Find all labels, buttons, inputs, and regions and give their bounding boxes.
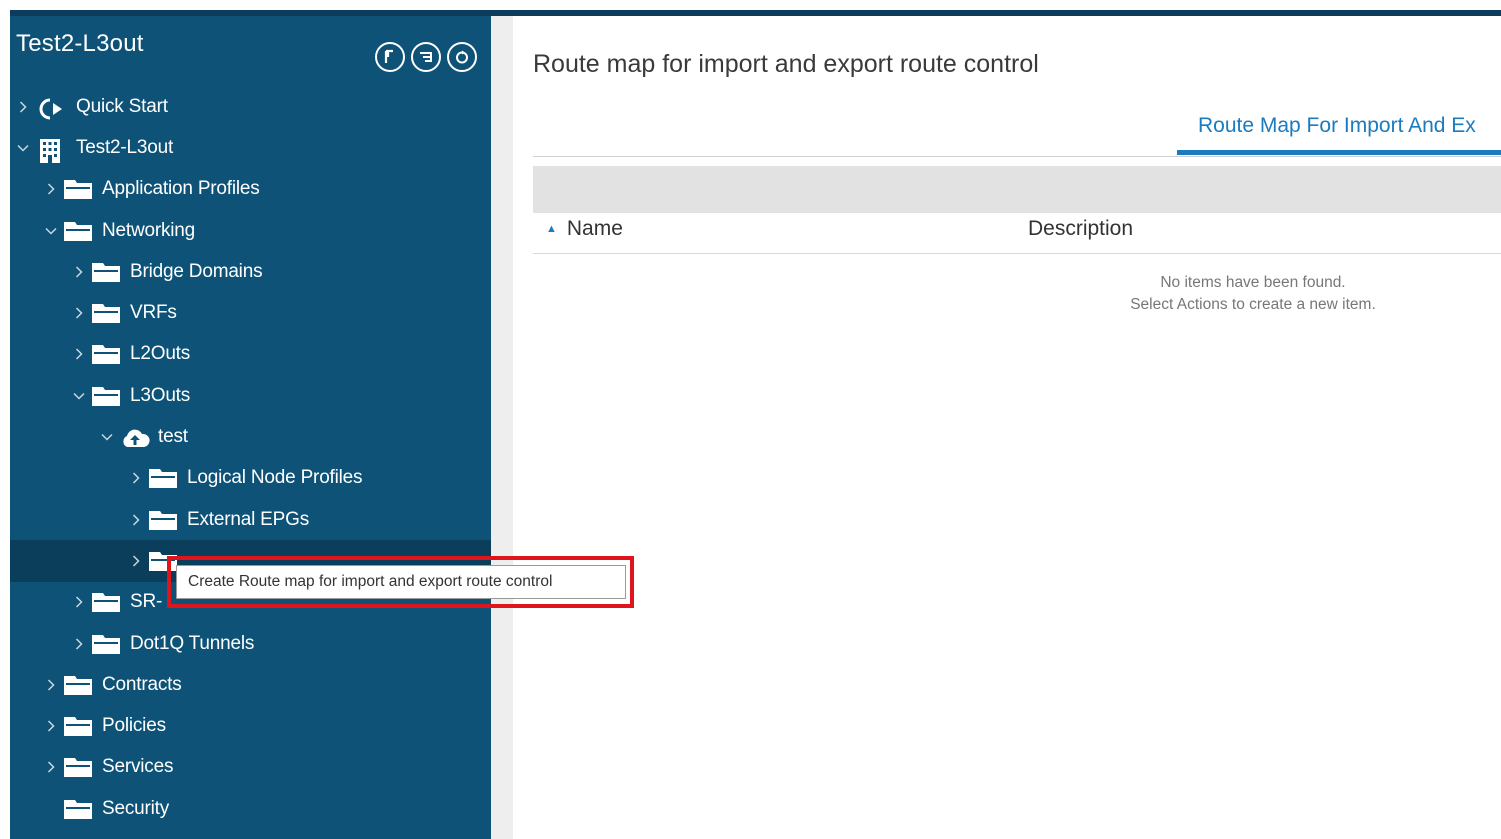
table-toolbar: [533, 166, 1501, 213]
quickstart-icon: [36, 97, 66, 120]
tree-item-contracts[interactable]: Contracts: [10, 664, 491, 705]
tree-item-test[interactable]: test: [10, 416, 491, 457]
tree-item-l3outs[interactable]: L3Outs: [10, 375, 491, 416]
empty-state-message: No items have been found. Select Actions…: [1073, 272, 1433, 316]
tree-item-label: Networking: [102, 219, 196, 241]
navigation-sidebar: Test2-L3out Quick Start Test2-L3out Appl…: [10, 16, 491, 839]
folder-icon: [64, 757, 92, 778]
chevron-down-icon[interactable]: [72, 392, 86, 400]
tree-item-label: Logical Node Profiles: [187, 467, 363, 489]
tree-item-external-epgs[interactable]: External EPGs: [10, 499, 491, 540]
tree-item-networking[interactable]: Networking: [10, 210, 491, 251]
tree-item-vrfs[interactable]: VRFs: [10, 292, 491, 333]
sidebar-toolbar: [375, 42, 477, 72]
chevron-right-icon[interactable]: [72, 266, 86, 278]
tree-item-label: Policies: [102, 715, 166, 737]
tree-item-quick-start[interactable]: Quick Start: [10, 86, 491, 127]
chevron-right-icon[interactable]: [44, 183, 58, 195]
tab-route-map[interactable]: Route Map For Import And Ex: [1198, 114, 1476, 138]
tree-item-bridge-domains[interactable]: Bridge Domains: [10, 251, 491, 292]
context-tooltip[interactable]: Create Route map for import and export r…: [176, 565, 626, 599]
tree-item-label: SR-: [130, 591, 163, 613]
folder-icon: [92, 634, 120, 654]
tree-item-logical-node-profiles[interactable]: Logical Node Profiles: [10, 458, 491, 499]
tree-item-label: Contracts: [102, 673, 182, 695]
folder-icon: [64, 799, 92, 819]
chevron-right-icon[interactable]: [129, 472, 143, 484]
chevron-right-icon[interactable]: [44, 720, 58, 732]
tree-item-security[interactable]: Security: [10, 788, 491, 829]
chevron-right-icon[interactable]: [72, 348, 86, 360]
folder-icon: [64, 221, 92, 241]
column-header-name[interactable]: ▲ Name: [546, 217, 623, 241]
chevron-down-icon[interactable]: [16, 144, 30, 152]
tab-divider: [533, 156, 1501, 157]
tree-item-label: Services: [102, 756, 174, 778]
chevron-right-icon[interactable]: [44, 679, 58, 691]
tooltip-text: Create Route map for import and export r…: [188, 573, 553, 590]
tree-item-label: Bridge Domains: [130, 260, 263, 282]
tree-item-l2outs[interactable]: L2Outs: [10, 334, 491, 375]
folder-icon: [92, 303, 120, 324]
chevron-right-icon[interactable]: [44, 761, 58, 773]
tree-item-label: Security: [102, 797, 170, 819]
column-header-description[interactable]: Description: [1028, 217, 1133, 241]
cloud-icon: [120, 427, 150, 448]
chevron-down-icon[interactable]: [100, 433, 114, 441]
tree-item-label: L2Outs: [130, 343, 191, 365]
folder-icon: [92, 592, 120, 613]
tree-item-label: External EPGs: [187, 508, 310, 530]
tenant-icon: [36, 138, 66, 163]
folder-icon: [92, 386, 120, 406]
folder-icon: [64, 179, 92, 200]
folder-icon: [92, 344, 120, 365]
column-header-label: Name: [566, 217, 623, 240]
tree-item-dot1q-tunnels[interactable]: Dot1Q Tunnels: [10, 623, 491, 664]
tree-item-label: L3Outs: [130, 384, 191, 406]
chevron-right-icon[interactable]: [16, 101, 30, 113]
folder-icon: [149, 510, 177, 530]
chevron-down-icon[interactable]: [44, 227, 58, 235]
navigation-tree: Quick Start Test2-L3out Application Prof…: [10, 86, 491, 829]
sidebar-title: Test2-L3out: [16, 30, 144, 57]
chevron-right-icon[interactable]: [72, 637, 86, 650]
empty-state-line: Select Actions to create a new item.: [1130, 296, 1376, 313]
tree-item-application-profiles[interactable]: Application Profiles: [10, 169, 491, 210]
page-title: Route map for import and export route co…: [533, 50, 1039, 78]
chevron-right-icon[interactable]: [72, 596, 86, 608]
content-panel: Route map for import and export route co…: [513, 34, 1501, 839]
chevron-right-icon[interactable]: [129, 514, 143, 526]
tree-item-policies[interactable]: Policies: [10, 705, 491, 746]
tree-item-label: Quick Start: [76, 95, 168, 117]
list-icon[interactable]: [411, 42, 441, 72]
active-tab-indicator: [1177, 150, 1501, 155]
folder-icon: [64, 716, 92, 737]
empty-state-line: No items have been found.: [1160, 274, 1346, 291]
tree-item-services[interactable]: Services: [10, 747, 491, 788]
chevron-right-icon[interactable]: [129, 555, 143, 567]
tree-item-label: Test2-L3out: [76, 136, 174, 158]
pane-splitter[interactable]: [491, 16, 513, 839]
chevron-right-icon[interactable]: [72, 307, 86, 319]
tree-item-label: VRFs: [130, 302, 177, 324]
tree-item-label: Application Profiles: [102, 178, 260, 200]
tree-item-label: Dot1Q Tunnels: [130, 632, 255, 654]
tree-item-label: test: [158, 426, 188, 448]
pin-icon[interactable]: [375, 42, 405, 72]
sort-ascending-icon: ▲: [546, 223, 557, 235]
folder-icon: [64, 675, 92, 695]
refresh-icon[interactable]: [447, 42, 477, 72]
table-header: ▲ Name Description: [533, 213, 1501, 254]
folder-icon: [149, 468, 177, 489]
folder-icon: [92, 262, 120, 282]
tree-item-tenant[interactable]: Test2-L3out: [10, 127, 491, 168]
